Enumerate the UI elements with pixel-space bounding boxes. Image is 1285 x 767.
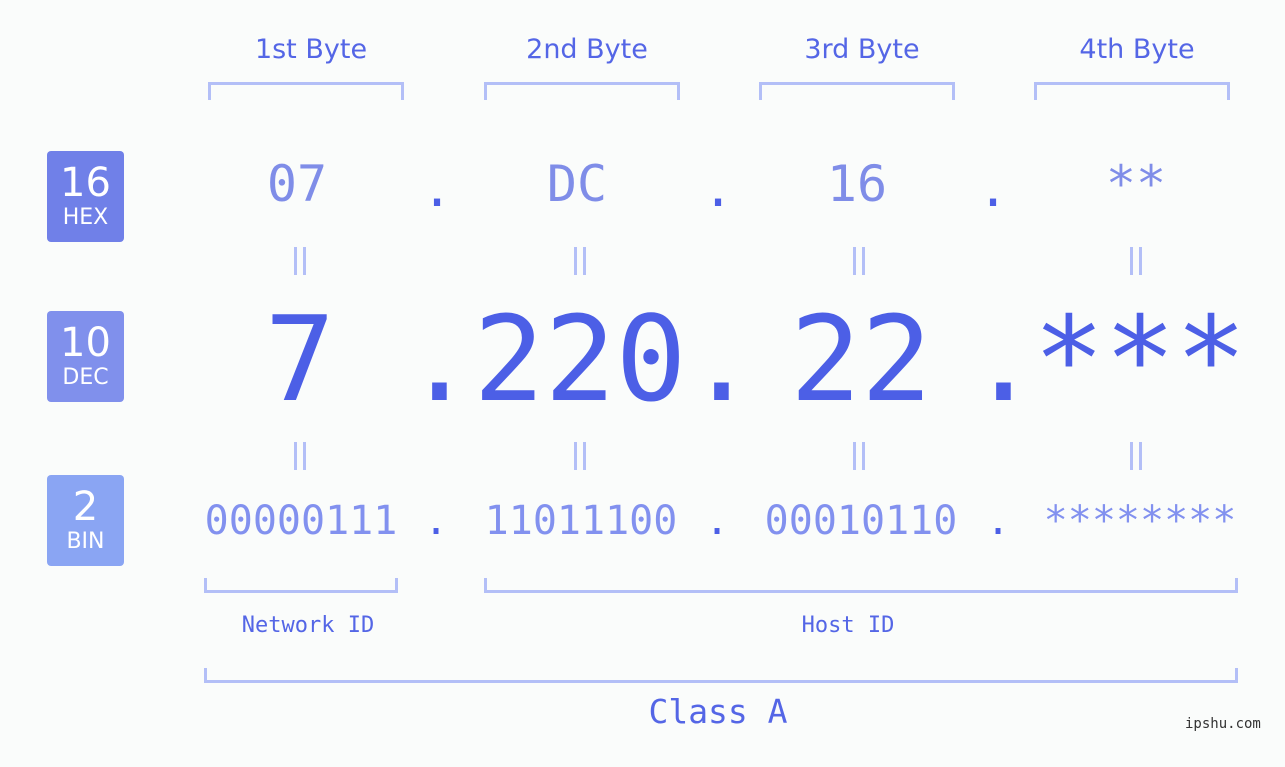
hex-badge-label: HEX <box>62 205 109 230</box>
bin-badge-label: BIN <box>66 529 105 554</box>
site-credit: ipshu.com <box>1185 716 1261 732</box>
bin-badge: 2 BIN <box>47 475 124 566</box>
host-id-bracket <box>484 578 1238 593</box>
equals-icon <box>290 442 310 470</box>
equals-icon <box>1126 247 1146 275</box>
dec-byte-3: 22 <box>789 290 933 428</box>
bin-dot-1: . <box>424 498 449 544</box>
network-id-label: Network ID <box>241 613 375 638</box>
bin-byte-4: ******** <box>1043 498 1237 544</box>
hex-dot-3: . <box>978 160 1009 218</box>
hex-byte-3: 16 <box>826 155 888 213</box>
host-id-label: Host ID <box>801 613 895 638</box>
hex-dot-1: . <box>422 160 453 218</box>
equals-icon <box>1126 442 1146 470</box>
byte-header-1: 1st Byte <box>254 34 368 65</box>
bin-byte-1: 00000111 <box>204 498 398 544</box>
bin-byte-2: 11011100 <box>484 498 678 544</box>
byte-header-4: 4th Byte <box>1079 34 1195 65</box>
bin-dot-2: . <box>705 498 730 544</box>
byte-1-bracket <box>208 82 404 100</box>
bin-badge-number: 2 <box>72 484 99 530</box>
dec-badge: 10 DEC <box>47 311 124 402</box>
bin-byte-3: 00010110 <box>764 498 958 544</box>
hex-badge: 16 HEX <box>47 151 124 242</box>
byte-header-3: 3rd Byte <box>804 34 920 65</box>
equals-icon <box>849 247 869 275</box>
equals-icon <box>849 442 869 470</box>
equals-icon <box>290 247 310 275</box>
dec-byte-1: 7 <box>264 290 336 428</box>
dec-byte-4: *** <box>1033 290 1247 428</box>
equals-icon <box>570 247 590 275</box>
hex-byte-2: DC <box>546 155 608 213</box>
class-label: Class A <box>648 692 788 731</box>
bin-dot-3: . <box>986 498 1011 544</box>
dec-badge-label: DEC <box>62 365 109 390</box>
hex-byte-1: 07 <box>266 155 328 213</box>
hex-dot-2: . <box>703 160 734 218</box>
class-bracket <box>204 668 1238 683</box>
byte-3-bracket <box>759 82 955 100</box>
byte-4-bracket <box>1034 82 1230 100</box>
dec-byte-2: 220 <box>473 290 687 428</box>
byte-2-bracket <box>484 82 680 100</box>
network-id-bracket <box>204 578 398 593</box>
equals-icon <box>570 442 590 470</box>
byte-header-2: 2nd Byte <box>526 34 648 65</box>
hex-badge-number: 16 <box>60 160 111 206</box>
hex-byte-4: ** <box>1105 155 1167 213</box>
dec-badge-number: 10 <box>60 320 111 366</box>
